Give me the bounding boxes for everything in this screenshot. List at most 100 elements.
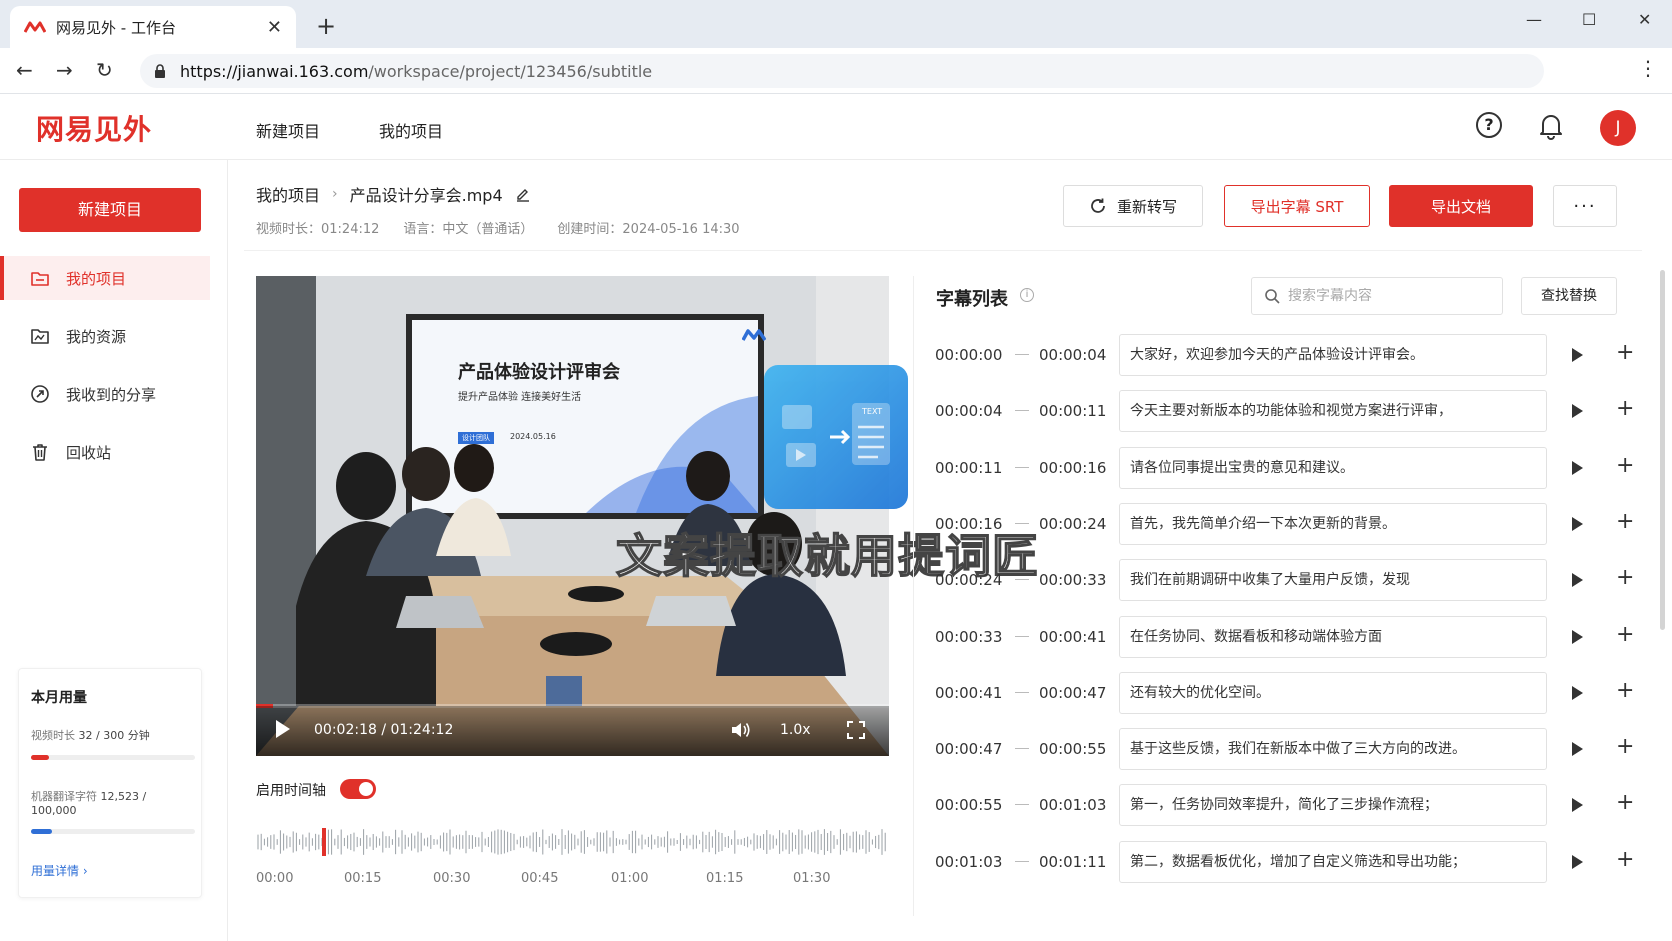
play-segment-icon[interactable] xyxy=(1572,798,1583,813)
sidebar-item-my-projects[interactable]: 我的项目 xyxy=(0,256,210,300)
subtitle-text-field[interactable]: 我们在前期调研中收集了大量用户反馈，发现 xyxy=(1119,559,1547,602)
subtitle-end-time[interactable]: 00:01:11 xyxy=(1039,853,1106,871)
play-segment-icon[interactable] xyxy=(1572,854,1583,869)
subtitle-text-field[interactable]: 第一，任务协同效率提升，简化了三步操作流程； xyxy=(1119,784,1547,827)
play-segment-icon[interactable] xyxy=(1572,573,1583,588)
edit-icon[interactable] xyxy=(515,186,531,202)
add-segment-icon[interactable]: + xyxy=(1616,565,1634,590)
url-host: https://jianwai.163.com xyxy=(180,61,369,81)
sidebar-item-shared[interactable]: 我收到的分享 xyxy=(0,372,210,416)
play-segment-icon[interactable] xyxy=(1572,742,1583,757)
subtitle-end-time[interactable]: 00:00:41 xyxy=(1039,628,1106,646)
tab-close-icon[interactable]: ✕ xyxy=(267,17,282,38)
add-segment-icon[interactable]: + xyxy=(1616,734,1634,759)
subtitle-start-time[interactable]: 00:00:47 xyxy=(935,740,1002,758)
usage-mt-label: 机器翻译字符 12,523 / 100,000 xyxy=(31,788,189,817)
back-icon[interactable]: ← xyxy=(16,58,33,82)
subtitle-search-input[interactable] xyxy=(1288,288,1488,304)
usage-details-link[interactable]: 用量详情 › xyxy=(31,862,189,879)
video-player[interactable]: 产品体验设计评审会 提升产品体验 连接美好生活 设计团队 2024.05.16 … xyxy=(256,276,889,756)
subtitle-end-time[interactable]: 00:00:55 xyxy=(1039,740,1106,758)
play-segment-icon[interactable] xyxy=(1572,404,1583,419)
add-segment-icon[interactable]: + xyxy=(1616,790,1634,815)
audio-waveform[interactable] xyxy=(256,820,889,864)
subtitle-text-field[interactable]: 基于这些反馈，我们在新版本中做了三大方向的改进。 xyxy=(1119,728,1547,771)
add-segment-icon[interactable]: + xyxy=(1616,847,1634,872)
new-tab-icon[interactable]: + xyxy=(316,12,336,40)
play-segment-icon[interactable] xyxy=(1572,629,1583,644)
sidebar-item-recycle-bin[interactable]: 回收站 xyxy=(0,430,210,474)
forward-icon[interactable]: → xyxy=(56,58,73,82)
fullscreen-icon[interactable] xyxy=(846,720,866,740)
bell-icon[interactable] xyxy=(1538,112,1564,140)
browser-menu-icon[interactable]: ⋮ xyxy=(1638,56,1658,80)
new-project-button[interactable]: 新建项目 xyxy=(19,188,201,232)
subtitle-text-field[interactable]: 今天主要对新版本的功能体验和视觉方案进行评审， xyxy=(1119,390,1547,433)
add-segment-icon[interactable]: + xyxy=(1616,509,1634,534)
subtitle-text-field[interactable]: 请各位同事提出宝贵的意见和建议。 xyxy=(1119,446,1547,489)
subtitle-end-time[interactable]: 00:00:04 xyxy=(1039,346,1106,364)
find-replace-button[interactable]: 查找替换 xyxy=(1521,277,1617,315)
play-segment-icon[interactable] xyxy=(1572,685,1583,700)
subtitle-end-time[interactable]: 00:00:11 xyxy=(1039,402,1106,420)
subtitle-text-field[interactable]: 在任务协同、数据看板和移动端体验方面 xyxy=(1119,615,1547,658)
browser-tab[interactable]: 网易见外 - 工作台 ✕ xyxy=(10,6,296,48)
topnav-new-project[interactable]: 新建项目 xyxy=(256,118,320,142)
subtitle-start-time[interactable]: 00:01:03 xyxy=(935,853,1002,871)
avatar[interactable]: J xyxy=(1600,110,1636,146)
subtitle-start-time[interactable]: 00:00:04 xyxy=(935,402,1002,420)
subtitle-text-field[interactable]: 第二，数据看板优化，增加了自定义筛选和导出功能； xyxy=(1119,840,1547,883)
sidebar-item-my-resources[interactable]: 我的资源 xyxy=(0,314,210,358)
play-segment-icon[interactable] xyxy=(1572,516,1583,531)
subtitle-text-field[interactable]: 还有较大的优化空间。 xyxy=(1119,671,1547,714)
topnav-my-projects[interactable]: 我的项目 xyxy=(379,118,443,142)
minimize-icon[interactable]: — xyxy=(1526,10,1542,29)
help-icon[interactable]: ? xyxy=(1476,112,1502,138)
subtitle-start-time[interactable]: 00:00:41 xyxy=(935,684,1002,702)
subtitle-search[interactable] xyxy=(1251,277,1503,315)
playback-speed[interactable]: 1.0x xyxy=(780,722,811,738)
subtitle-text-field[interactable]: 大家好，欢迎参加今天的产品体验设计评审会。 xyxy=(1119,334,1547,376)
brand-logo[interactable]: 网易见外 xyxy=(36,108,152,148)
timeline-toggle[interactable] xyxy=(340,779,376,799)
add-segment-icon[interactable]: + xyxy=(1616,678,1634,703)
play-segment-icon[interactable] xyxy=(1572,348,1583,362)
subtitle-text-field[interactable]: 首先，我先简单介绍一下本次更新的背景。 xyxy=(1119,502,1547,545)
play-segment-icon[interactable] xyxy=(1572,460,1583,475)
more-options-button[interactable]: ··· xyxy=(1553,185,1617,227)
reload-icon[interactable]: ↻ xyxy=(96,58,113,82)
breadcrumb-parent[interactable]: 我的项目 xyxy=(256,182,320,206)
subtitle-start-time[interactable]: 00:00:33 xyxy=(935,628,1002,646)
window-close-icon[interactable]: ✕ xyxy=(1638,10,1651,29)
time-separator xyxy=(1015,691,1029,693)
badge-text: TEXT xyxy=(862,407,883,416)
subtitle-list-title: 字幕列表 xyxy=(936,289,1008,310)
add-segment-icon[interactable]: + xyxy=(1616,453,1634,478)
subtitle-start-time[interactable]: 00:00:55 xyxy=(935,796,1002,814)
volume-icon[interactable] xyxy=(730,720,752,740)
time-separator xyxy=(1015,354,1029,355)
url-field[interactable]: https://jianwai.163.com/workspace/projec… xyxy=(140,54,1544,88)
info-icon[interactable]: i xyxy=(1020,288,1034,302)
add-segment-icon[interactable]: + xyxy=(1616,396,1634,421)
subtitle-end-time[interactable]: 00:00:16 xyxy=(1039,459,1106,477)
add-segment-icon[interactable]: + xyxy=(1616,340,1634,365)
subtitle-start-time[interactable]: 00:00:11 xyxy=(935,459,1002,477)
subtitle-start-time[interactable]: 00:00:00 xyxy=(935,346,1002,364)
add-segment-icon[interactable]: + xyxy=(1616,622,1634,647)
subtitle-end-time[interactable]: 00:01:03 xyxy=(1039,796,1106,814)
timeline-tick-label: 01:15 xyxy=(706,871,744,886)
subtitle-end-time[interactable]: 00:00:33 xyxy=(1039,571,1106,589)
maximize-icon[interactable]: ☐ xyxy=(1582,10,1596,29)
play-icon[interactable] xyxy=(276,720,290,738)
retranscribe-button[interactable]: 重新转写 xyxy=(1063,185,1203,227)
scrollbar[interactable] xyxy=(1660,270,1665,630)
export-srt-button[interactable]: 导出字幕 SRT xyxy=(1224,185,1370,227)
export-doc-button[interactable]: 导出文档 xyxy=(1389,185,1533,227)
subtitle-start-time[interactable]: 00:00:16 xyxy=(935,515,1002,533)
timeline-ticks: 00:00 00:15 00:30 00:45 01:00 01:15 01:30 xyxy=(256,871,896,891)
subtitle-end-time[interactable]: 00:00:24 xyxy=(1039,515,1106,533)
subtitle-row: 00:00:11 00:00:16 请各位同事提出宝贵的意见和建议。 + xyxy=(935,446,1634,489)
subtitle-end-time[interactable]: 00:00:47 xyxy=(1039,684,1106,702)
subtitle-start-time[interactable]: 00:00:24 xyxy=(935,571,1002,589)
